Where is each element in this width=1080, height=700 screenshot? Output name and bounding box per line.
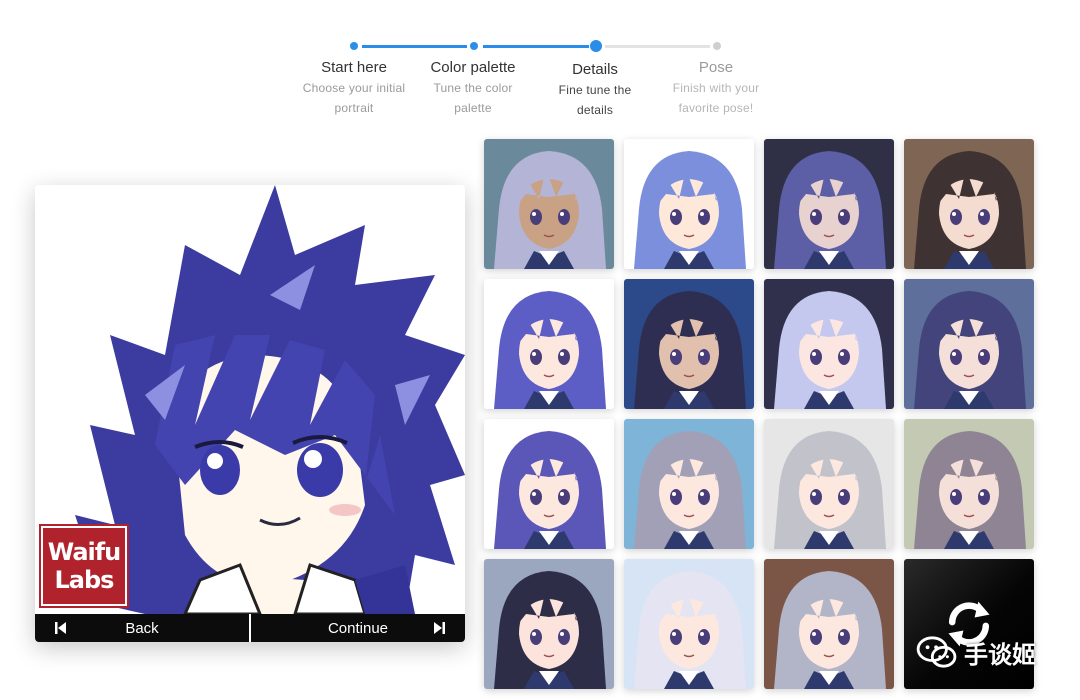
portrait-thumbnail-image (484, 559, 614, 689)
portrait-thumbnail-image (764, 139, 894, 269)
portrait-thumbnail[interactable] (764, 279, 894, 409)
portrait-thumbnail-image (904, 419, 1034, 549)
step-subtitle: Finish with your (672, 81, 760, 95)
step-dot-color (470, 42, 478, 50)
back-button-label: Back (125, 619, 159, 637)
portrait-thumbnail-image (764, 279, 894, 409)
logo-text-line1: Waifu (47, 538, 122, 566)
portrait-thumbnail-image (624, 139, 754, 269)
portrait-thumbnail-image (484, 139, 614, 269)
continue-button[interactable]: Continue (249, 614, 465, 642)
portrait-variations-grid (484, 139, 1034, 690)
step-title: Color palette (430, 59, 516, 76)
progress-stepper: Start here Choose your initial portrait … (292, 38, 782, 128)
portrait-thumbnail[interactable] (624, 279, 754, 409)
step-details[interactable]: Details Fine tune the details (530, 58, 660, 120)
portrait-thumbnail[interactable] (904, 279, 1034, 409)
portrait-thumbnail-image (764, 419, 894, 549)
card-action-bar: Back Continue (35, 614, 465, 642)
portrait-thumbnail-image (624, 419, 754, 549)
step-subtitle: portrait (334, 101, 374, 115)
continue-button-label: Continue (327, 619, 389, 637)
portrait-thumbnail[interactable] (484, 279, 614, 409)
portrait-thumbnail[interactable] (904, 139, 1034, 269)
step-connector-1 (362, 45, 467, 48)
portrait-thumbnail[interactable] (624, 419, 754, 549)
step-color-palette[interactable]: Color palette Tune the color palette (408, 58, 538, 118)
wechat-watermark: 手谈姬 (916, 632, 1036, 672)
portrait-thumbnail-image (904, 279, 1034, 409)
step-dot-start (350, 42, 358, 50)
skip-forward-icon (434, 622, 445, 634)
step-subtitle: palette (454, 101, 492, 115)
step-dot-details (590, 40, 602, 52)
portrait-thumbnail-image (484, 419, 614, 549)
step-pose: Pose Finish with your favorite pose! (651, 58, 781, 118)
portrait-thumbnail-image (624, 559, 754, 689)
waifu-labs-logo: Waifu Labs (39, 524, 129, 608)
portrait-thumbnail-image (624, 279, 754, 409)
back-button[interactable]: Back (35, 614, 249, 642)
step-start[interactable]: Start here Choose your initial portrait (289, 58, 419, 118)
step-title: Start here (321, 59, 387, 76)
skip-back-icon (55, 622, 66, 634)
portrait-thumbnail[interactable] (904, 419, 1034, 549)
step-title: Details (572, 61, 618, 78)
portrait-thumbnail[interactable] (484, 139, 614, 269)
portrait-thumbnail-image (764, 559, 894, 689)
portrait-thumbnail[interactable] (624, 139, 754, 269)
selected-portrait-card: Waifu Labs Back Continue (35, 185, 465, 642)
step-subtitle: Fine tune the (558, 83, 632, 97)
logo-text-line2: Labs (54, 566, 115, 594)
step-subtitle: Tune the color (433, 81, 513, 95)
portrait-thumbnail[interactable] (484, 419, 614, 549)
portrait-thumbnail[interactable] (764, 419, 894, 549)
wechat-icon (916, 636, 957, 668)
step-subtitle: details (576, 103, 614, 117)
watermark-text: 手谈姬 (964, 641, 1036, 669)
step-subtitle: favorite pose! (678, 101, 754, 115)
step-subtitle: Choose your initial (302, 81, 406, 95)
portrait-thumbnail[interactable] (764, 559, 894, 689)
step-connector-2 (483, 45, 589, 48)
portrait-thumbnail[interactable] (484, 559, 614, 689)
step-connector-3 (605, 45, 710, 48)
portrait-thumbnail[interactable] (764, 139, 894, 269)
step-title: Pose (698, 59, 734, 76)
portrait-thumbnail-image (904, 139, 1034, 269)
portrait-thumbnail-image (484, 279, 614, 409)
portrait-thumbnail[interactable] (624, 559, 754, 689)
step-dot-pose (713, 42, 721, 50)
